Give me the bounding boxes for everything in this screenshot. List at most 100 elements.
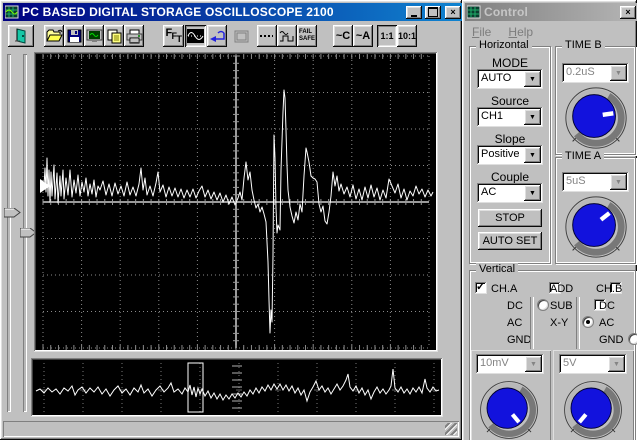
radio-ch-a-ac[interactable] — [582, 316, 595, 328]
preview-display — [31, 358, 443, 417]
source-label: Source — [490, 94, 530, 108]
fail-safe-button[interactable]: FAIL SAFE — [297, 25, 317, 47]
slope-select[interactable]: Positive ▼ — [477, 145, 543, 165]
menu-help[interactable]: Help — [508, 25, 533, 39]
dotted-line-button[interactable] — [257, 25, 277, 47]
printer-icon — [126, 29, 142, 43]
mode-dropdown-arrow-icon[interactable]: ▼ — [524, 71, 541, 87]
probe-1to1-label: 1:1 — [380, 31, 394, 41]
ch-b-volts-arrow-icon: ▼ — [608, 356, 625, 372]
app-icon — [5, 5, 19, 19]
auto-set-button[interactable]: AUTO SET — [478, 232, 542, 250]
couple-value: AC — [481, 186, 497, 198]
ch-b-gain-knob[interactable] — [557, 377, 629, 440]
minimize-button[interactable] — [406, 5, 422, 19]
print-button[interactable] — [124, 25, 144, 47]
mode-label: MODE — [492, 56, 528, 70]
control-window-title: Control — [484, 5, 529, 19]
main-titlebar[interactable]: PC BASED DIGITAL STORAGE OSCILLOSCOPE 21… — [3, 3, 463, 21]
divider — [530, 297, 534, 349]
control-close-button[interactable]: × — [620, 5, 636, 19]
time-b-dropdown-arrow-icon: ▼ — [610, 65, 627, 81]
ch-a-volts-select: 10mV ▼ — [476, 354, 544, 374]
checkbox-ch-a[interactable]: ✓ — [475, 281, 487, 294]
control-app-icon — [467, 5, 481, 19]
maximize-button[interactable] — [425, 5, 441, 19]
toolbar: FFT FAIL SAFE ~C ~A 1:1 10:1 — [0, 24, 462, 48]
ch-b-gnd-label: GND — [599, 334, 624, 346]
save-button[interactable] — [64, 25, 84, 47]
probe-10to1-button[interactable]: 10:1 — [397, 25, 417, 47]
ch-a-volts-value: 10mV — [480, 357, 509, 369]
desktop: PC BASED DIGITAL STORAGE OSCILLOSCOPE 21… — [0, 0, 637, 440]
main-window-title: PC BASED DIGITAL STORAGE OSCILLOSCOPE 21… — [22, 5, 334, 19]
exit-button[interactable] — [8, 25, 34, 47]
time-b-value: 0.2uS — [566, 66, 595, 78]
mode-select[interactable]: AUTO ▼ — [477, 69, 543, 89]
stop-button[interactable]: STOP — [478, 209, 542, 227]
time-a-knob[interactable] — [560, 192, 632, 262]
grid-icon — [234, 30, 248, 42]
radio-ch-a-dc[interactable] — [537, 299, 550, 311]
trigger-level-marker[interactable] — [40, 179, 50, 193]
slope-dropdown-arrow-icon[interactable]: ▼ — [524, 147, 541, 163]
square-wave-icon — [279, 31, 294, 42]
monitor-icon — [86, 29, 102, 42]
ch-b-ac-label: AC — [599, 317, 615, 329]
ch-a-label: CH.A — [491, 283, 518, 295]
fail-safe-icon: FAIL SAFE — [298, 29, 315, 42]
couple-dropdown-arrow-icon[interactable]: ▼ — [524, 185, 541, 201]
scope-display — [34, 52, 438, 352]
copy-icon — [107, 29, 122, 43]
menu-file[interactable]: File — [472, 25, 491, 39]
horizontal-group: Horizontal MODE AUTO ▼ Source CH1 ▼ Slope … — [469, 39, 551, 264]
source-value: CH1 — [481, 110, 504, 122]
calibrate-a-button[interactable]: ~A — [353, 25, 373, 47]
trigger-arrow-button[interactable] — [207, 25, 227, 47]
control-titlebar[interactable]: Control × — [465, 3, 637, 21]
sine-wave-icon — [187, 29, 204, 43]
resize-grip-icon[interactable] — [445, 423, 457, 435]
square-wave-button[interactable] — [277, 25, 297, 47]
ch-a-dc-label: DC — [507, 300, 523, 312]
time-b-select: 0.2uS ▼ — [562, 63, 629, 83]
exit-door-icon — [15, 28, 26, 44]
fft-button[interactable]: FFT — [163, 25, 184, 47]
grid-toggle-button[interactable] — [231, 25, 251, 47]
time-a-value: 5uS — [566, 175, 586, 187]
open-file-button[interactable] — [44, 25, 64, 47]
slider-thumb-ch-a[interactable] — [4, 208, 21, 218]
ch-a-gnd-label: GND — [507, 334, 532, 346]
time-a-select: 5uS ▼ — [562, 172, 629, 192]
source-select[interactable]: CH1 ▼ — [477, 107, 543, 127]
time-b-group: TIME B 0.2uS ▼ — [555, 39, 636, 155]
time-b-knob[interactable] — [560, 83, 632, 153]
time-a-group-label: TIME A — [562, 150, 605, 162]
waveform-display-toggle[interactable] — [185, 25, 206, 47]
calibrate-c-button[interactable]: ~C — [333, 25, 353, 47]
copy-button[interactable] — [104, 25, 124, 47]
vertical-group: Vertical ✓ CH.A ✓ ADD ✓ CH.B DC ✓ SUB DC… — [469, 263, 637, 440]
ch-b-label: CH.B — [596, 283, 623, 295]
source-dropdown-arrow-icon[interactable]: ▼ — [524, 109, 541, 125]
control-window: Control × File Help Horizontal MODE AUTO… — [462, 0, 637, 440]
vertical-group-label: Vertical — [476, 263, 519, 275]
xy-label: X-Y — [550, 317, 569, 329]
time-b-group-label: TIME B — [562, 39, 605, 51]
mode-value: AUTO — [481, 72, 512, 84]
ch-a-volts-arrow-icon: ▼ — [525, 356, 542, 372]
scope-waveform — [36, 54, 436, 350]
close-button[interactable]: × — [445, 5, 461, 19]
add-label: ADD — [550, 283, 574, 295]
position-slider-ch-a[interactable] — [7, 54, 11, 412]
divider — [576, 297, 580, 349]
preview-waveform — [33, 360, 441, 415]
ch-a-gain-knob[interactable] — [473, 377, 545, 440]
probe-1to1-button[interactable]: 1:1 — [377, 25, 397, 47]
ch-b-dc-label: DC — [599, 300, 615, 312]
radio-ch-a-gnd[interactable] — [627, 333, 637, 345]
couple-select[interactable]: AC ▼ — [477, 183, 543, 203]
screen-capture-button[interactable] — [84, 25, 104, 47]
floppy-icon — [67, 29, 81, 43]
dotted-line-icon — [260, 35, 273, 37]
